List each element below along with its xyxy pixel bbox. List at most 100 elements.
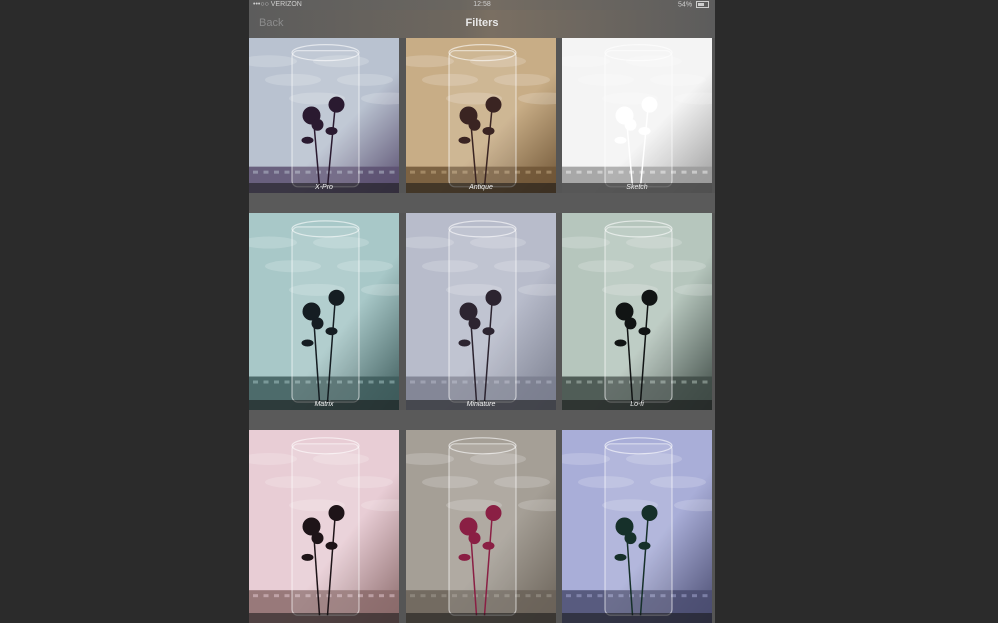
window-mark xyxy=(253,594,258,598)
filter-grid: X-Pro Antique Sketch Matrix Miniature Lo… xyxy=(249,38,715,623)
window-mark xyxy=(420,594,426,598)
window-mark xyxy=(546,170,552,174)
window-mark xyxy=(368,380,374,384)
rose-leaf xyxy=(638,327,651,336)
filter-preview-image xyxy=(562,38,712,193)
page-title: Filters xyxy=(465,17,499,29)
rose-bloom xyxy=(641,289,658,306)
glass-vase xyxy=(604,443,673,616)
filter-preview-image xyxy=(406,38,556,193)
filter-tile[interactable]: Miniature xyxy=(406,213,556,410)
rose-bloom xyxy=(641,504,658,521)
window-mark xyxy=(368,594,374,598)
rose-leaf xyxy=(614,339,627,347)
window-mark xyxy=(576,594,582,598)
rose-leaf xyxy=(458,553,471,561)
window-mark xyxy=(420,380,426,384)
battery-percent: 54% xyxy=(678,1,693,9)
window-mark xyxy=(431,380,436,384)
window-mark xyxy=(441,380,447,384)
rose-bloom xyxy=(624,317,637,330)
filter-preview-image xyxy=(249,213,399,410)
window-mark xyxy=(263,170,269,174)
window-mark xyxy=(566,170,571,174)
window-mark xyxy=(274,380,279,384)
rose-bloom xyxy=(468,118,481,131)
filter-tile[interactable] xyxy=(249,430,399,623)
window-mark xyxy=(441,170,447,174)
filter-label: Matrix xyxy=(249,400,399,410)
filter-label xyxy=(562,613,712,623)
filter-label: Miniature xyxy=(406,400,556,410)
filter-label: Lo-fi xyxy=(562,400,712,410)
filter-tile[interactable]: Antique xyxy=(406,38,556,193)
rose-leaf xyxy=(325,327,338,336)
window-mark xyxy=(431,594,436,598)
rose-bloom xyxy=(624,118,637,131)
window-mark xyxy=(597,594,603,598)
filter-tile[interactable] xyxy=(406,430,556,623)
window-mark xyxy=(525,594,531,598)
window-mark xyxy=(566,594,571,598)
battery-indicator: 54% xyxy=(678,1,709,8)
window-mark xyxy=(692,170,697,174)
glass-vase xyxy=(604,226,673,403)
window-mark xyxy=(587,170,592,174)
window-mark xyxy=(379,170,384,174)
left-letterbox xyxy=(0,0,249,623)
status-bar: •••○○ VERIZON 12:58 54% xyxy=(249,0,715,10)
window-mark xyxy=(597,170,603,174)
filter-tile[interactable]: Matrix xyxy=(249,213,399,410)
rose-leaf xyxy=(301,136,314,144)
filter-tile[interactable] xyxy=(562,430,712,623)
glass-vase xyxy=(448,50,517,188)
window-mark xyxy=(681,170,687,174)
filter-label: Antique xyxy=(406,183,556,193)
window-mark xyxy=(379,594,384,598)
window-mark xyxy=(420,170,426,174)
window-mark xyxy=(379,380,384,384)
window-mark xyxy=(536,170,541,174)
filter-preview-image xyxy=(249,430,399,623)
window-mark xyxy=(702,170,708,174)
rose-leaf xyxy=(638,541,651,550)
window-mark xyxy=(702,380,708,384)
rose-leaf xyxy=(325,127,338,135)
window-mark xyxy=(431,170,436,174)
rose-leaf xyxy=(458,136,471,144)
window-mark xyxy=(692,380,697,384)
window-mark xyxy=(681,380,687,384)
filter-label xyxy=(249,613,399,623)
window-mark xyxy=(410,380,415,384)
rose-bloom xyxy=(311,118,324,131)
filter-tile[interactable]: Lo-fi xyxy=(562,213,712,410)
window-mark xyxy=(702,594,708,598)
rose-bloom xyxy=(328,504,345,521)
rose-leaf xyxy=(482,327,495,336)
rose-leaf xyxy=(458,339,471,347)
filter-tile[interactable]: Sketch xyxy=(562,38,712,193)
glass-vase xyxy=(448,443,517,616)
rose-leaf xyxy=(325,541,338,550)
rose-bloom xyxy=(328,96,345,113)
window-mark xyxy=(368,170,374,174)
glass-vase xyxy=(604,50,673,188)
window-mark xyxy=(253,170,258,174)
window-mark xyxy=(692,594,697,598)
window-mark xyxy=(441,594,447,598)
rose-leaf xyxy=(614,553,627,561)
window-mark xyxy=(274,594,279,598)
tablet-screen: •••○○ VERIZON 12:58 54% Back Filters X-P… xyxy=(249,0,715,623)
window-mark xyxy=(389,380,395,384)
filter-preview-image xyxy=(562,430,712,623)
filter-preview-image xyxy=(562,213,712,410)
window-mark xyxy=(536,594,541,598)
glass-vase xyxy=(291,226,360,403)
glass-vase xyxy=(291,443,360,616)
rose-bloom xyxy=(485,504,502,521)
rose-bloom xyxy=(624,532,637,545)
rose-leaf xyxy=(482,541,495,550)
rose-bloom xyxy=(328,289,345,306)
filter-tile[interactable]: X-Pro xyxy=(249,38,399,193)
rose-leaf xyxy=(301,339,314,347)
